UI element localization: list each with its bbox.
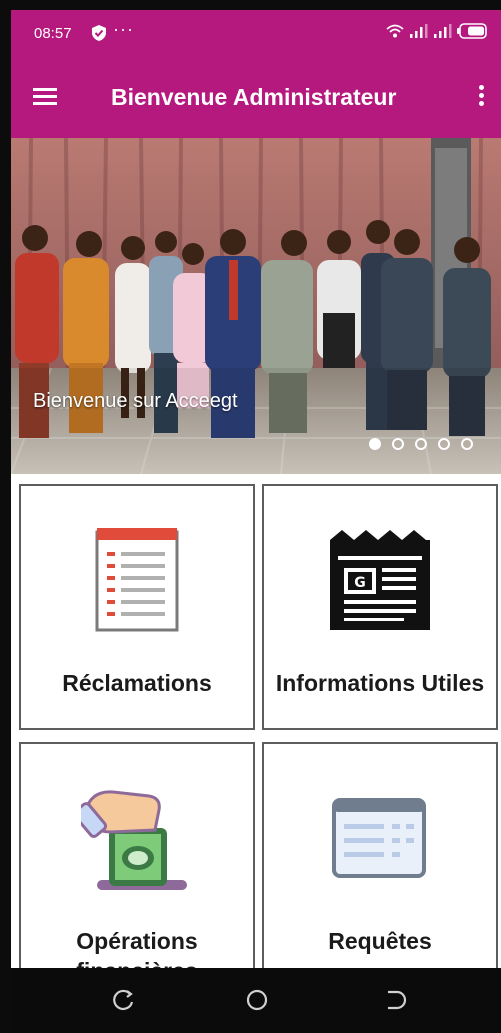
shield-check-icon (92, 25, 106, 41)
status-bar: 08:57 ··· (11, 10, 501, 58)
tile-label: Réclamations (62, 670, 212, 696)
signal-icon (434, 24, 452, 38)
wifi-icon (386, 24, 404, 38)
system-nav-bar (11, 968, 501, 1033)
phone-screen: 08:57 ··· Bienvenue Administrateur Bienv… (11, 10, 501, 1033)
group-photo (11, 138, 501, 474)
hand-inserting-money-icon (81, 790, 187, 890)
status-time: 08:57 (34, 25, 72, 42)
carousel-dot[interactable] (369, 438, 381, 450)
checklist-document-icon (95, 528, 179, 632)
carousel-indicators (369, 438, 473, 450)
page-title: Bienvenue Administrateur (111, 84, 397, 110)
hamburger-menu-icon[interactable] (33, 84, 63, 112)
svg-text:G: G (354, 575, 366, 591)
form-window-icon (332, 798, 426, 878)
newspaper-icon: G (330, 530, 430, 630)
recent-apps-icon[interactable] (108, 985, 138, 1015)
tile-informations-utiles[interactable]: G Informations Utiles (262, 484, 498, 730)
tile-label: Requêtes (328, 928, 432, 954)
app-bar: Bienvenue Administrateur (11, 58, 501, 138)
status-more-icon: ··· (113, 19, 134, 39)
more-vert-icon[interactable] (471, 82, 491, 114)
device-frame: 08:57 ··· Bienvenue Administrateur Bienv… (0, 0, 501, 1033)
banner-caption: Bienvenue sur Acceegt (33, 390, 238, 412)
tile-label: Informations Utiles (275, 670, 485, 696)
home-icon[interactable] (242, 985, 272, 1015)
carousel-dot[interactable] (438, 438, 450, 450)
tile-reclamations[interactable]: Réclamations (19, 484, 255, 730)
signal-icon (410, 24, 428, 38)
menu-grid: Réclamations G Informations Utiles Opéra… (11, 474, 501, 984)
status-icons (385, 23, 487, 39)
welcome-banner-carousel[interactable]: Bienvenue sur Acceegt (11, 138, 501, 474)
carousel-dot[interactable] (392, 438, 404, 450)
back-icon[interactable] (379, 985, 409, 1015)
tile-requetes[interactable]: Requêtes (262, 742, 498, 982)
tile-operations-financieres[interactable]: Opérations financières (19, 742, 255, 984)
carousel-dot[interactable] (461, 438, 473, 450)
carousel-dot[interactable] (415, 438, 427, 450)
battery-icon (457, 23, 487, 39)
